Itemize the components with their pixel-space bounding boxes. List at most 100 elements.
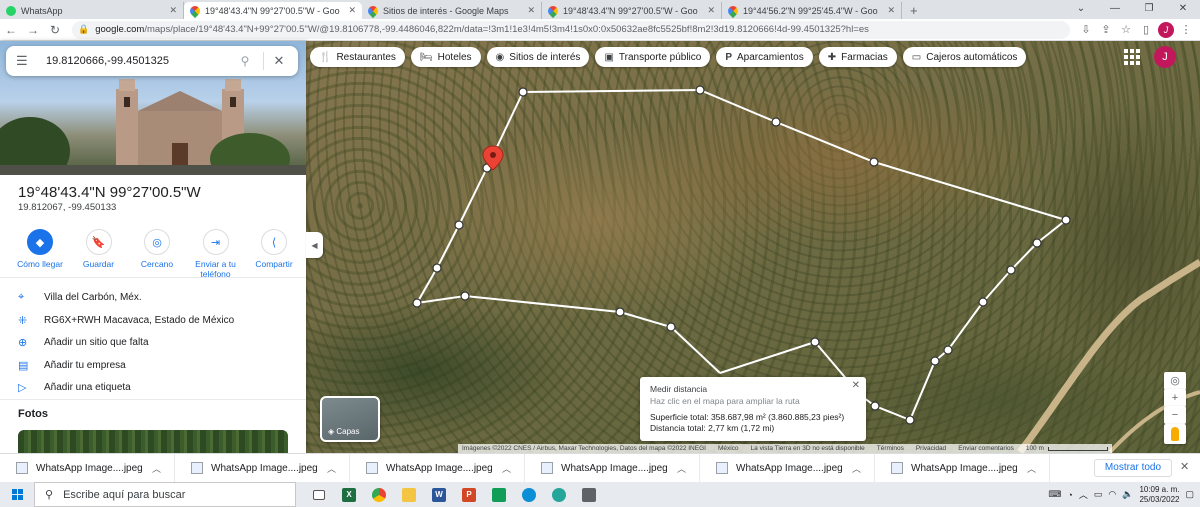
task-view-icon[interactable] [304,482,334,507]
restore-icon[interactable]: ❐ [1132,0,1166,19]
search-input[interactable]: 19.8120666,-99.4501325 [40,55,233,67]
profile-avatar[interactable]: J [1156,21,1176,38]
measure-vertex[interactable] [695,85,705,95]
clock[interactable]: 10:09 a. m. 25/03/2022 [1139,485,1179,505]
search-icon[interactable]: ⚲ [233,54,257,68]
close-icon[interactable]: ✕ [887,5,895,16]
street-view-pegman[interactable] [1164,424,1186,444]
measure-vertex[interactable] [1061,215,1071,225]
measure-vertex[interactable] [615,307,625,317]
measure-vertex[interactable] [460,291,470,301]
measure-vertex[interactable] [412,298,422,308]
battery-icon[interactable]: ▭ [1094,489,1103,500]
close-icon[interactable]: ✕ [169,5,177,16]
keyboard-icon[interactable]: ⌨ [1048,489,1061,500]
share-button[interactable]: ⟨ Compartir [246,229,302,279]
layers-button[interactable]: ◈ Capas [320,396,380,442]
share-page-icon[interactable]: ⇪ [1096,23,1116,36]
chevron-up-icon[interactable]: ︿ [152,462,174,475]
tab-whatsapp[interactable]: WhatsApp ✕ [0,2,184,19]
edge-icon[interactable] [514,482,544,507]
chevron-up-icon[interactable]: ︿ [1027,462,1049,475]
start-button[interactable] [0,489,34,500]
excel-icon[interactable]: X [334,482,364,507]
measure-vertex[interactable] [869,157,879,167]
file-explorer-icon[interactable] [394,482,424,507]
tab-sitios[interactable]: Sitios de interés - Google Maps ✕ [362,2,542,19]
chevron-up-icon[interactable]: ︿ [852,462,874,475]
link-country[interactable]: México [718,445,739,452]
close-icon[interactable]: ✕ [527,5,535,16]
close-icon[interactable]: ✕ [1180,460,1189,473]
chip-hoteles[interactable]: 🛏 Hoteles [410,47,481,67]
tab-maps-active[interactable]: 19°48'43.4"N 99°27'00.5"W - Goo ✕ [184,2,362,19]
chevron-up-icon[interactable]: ︿ [502,462,524,475]
download-item[interactable]: WhatsApp Image....jpeg ︿ [175,453,350,483]
word-icon[interactable]: W [424,482,454,507]
info-row-locality[interactable]: ⌖ Villa del Carbón, Méx. [18,291,142,304]
network-icon[interactable]: ◔ [1067,490,1072,500]
measure-vertex[interactable] [432,263,442,273]
photos-icon[interactable] [544,482,574,507]
measure-vertex[interactable] [930,356,940,366]
link-terms[interactable]: Términos [877,445,904,452]
scale-bar[interactable]: 100 m [1026,445,1108,452]
app-icon[interactable] [574,482,604,507]
account-avatar[interactable]: J [1154,46,1176,68]
measure-vertex[interactable] [905,415,915,425]
star-icon[interactable]: ☆ [1116,23,1136,36]
link-feedback[interactable]: Enviar comentarios [958,445,1014,452]
measure-vertex[interactable] [1032,238,1042,248]
new-tab-icon[interactable]: + [902,2,926,19]
show-all-downloads-button[interactable]: Mostrar todo [1094,459,1172,477]
tab-maps-2[interactable]: 19°48'43.4"N 99°27'00.5"W - Goo ✕ [542,2,722,19]
measure-vertex[interactable] [870,401,880,411]
download-item[interactable]: WhatsApp Image....jpeg ︿ [525,453,700,483]
reload-icon[interactable]: ↻ [44,23,66,37]
info-row-add-business[interactable]: ▤ Añadir tu empresa [18,359,126,372]
address-bar[interactable]: 🔒 google.com/maps/place/19°48'43.4"N+99°… [72,20,1070,39]
forward-icon[interactable]: → [22,23,44,37]
chip-sitios[interactable]: ◉ Sitios de interés [486,47,590,67]
measure-vertex[interactable] [454,220,464,230]
measure-vertex[interactable] [666,322,676,332]
my-location-button[interactable]: ◎ [1164,372,1186,390]
chip-restaurantes[interactable]: 🍴 Restaurantes [310,47,405,67]
collapse-panel-button[interactable]: ◀ [306,232,323,258]
install-icon[interactable]: ⇩ [1076,23,1096,36]
save-button[interactable]: 🔖 Guardar [71,229,127,279]
search-box[interactable]: ☰ 19.8120666,-99.4501325 ⚲ ✕ [6,46,298,76]
zoom-out-button[interactable]: − [1164,406,1186,424]
chip-cajeros[interactable]: ▭ Cajeros automáticos [902,47,1027,67]
wifi-icon[interactable]: ◠ [1108,489,1116,500]
chevron-up-icon[interactable]: ︿ [677,462,699,475]
close-icon[interactable]: ✕ [852,380,860,391]
photo-thumbnail[interactable] [18,430,288,453]
menu-icon[interactable]: ☰ [16,53,40,69]
measure-vertex[interactable] [1006,265,1016,275]
lock-icon[interactable]: 🔒 [78,24,89,35]
close-icon[interactable]: ✕ [270,53,288,69]
download-item[interactable]: WhatsApp Image....jpeg ︿ [0,453,175,483]
close-window-icon[interactable]: ✕ [1166,0,1200,19]
more-menu-icon[interactable]: ⋮ [1176,23,1196,36]
measure-vertex[interactable] [518,87,528,97]
tab-search-icon[interactable]: ⌄ [1064,0,1098,19]
measure-vertex[interactable] [943,345,953,355]
info-row-add-label[interactable]: ▷ Añadir una etiqueta [18,381,131,394]
chevron-up-icon[interactable]: ︿ [327,462,349,475]
chrome-icon[interactable] [364,482,394,507]
link-3d-unavailable[interactable]: La vista Tierra en 3D no está disponible [751,445,865,452]
taskbar-search[interactable]: ⚲ Escribe aquí para buscar [34,482,296,507]
zoom-in-button[interactable]: + [1164,389,1186,407]
chip-aparcamientos[interactable]: P Aparcamientos [716,47,813,67]
link-privacy[interactable]: Privacidad [916,445,946,452]
notifications-icon[interactable]: ▢ [1185,489,1194,500]
measure-vertex[interactable] [978,297,988,307]
measure-vertex[interactable] [810,337,820,347]
close-icon[interactable]: ✕ [348,5,356,16]
google-apps-icon[interactable] [1124,49,1140,65]
minimize-icon[interactable]: — [1098,0,1132,19]
chip-transporte[interactable]: ▣ Transporte público [595,47,711,67]
back-icon[interactable]: ← [0,23,22,37]
